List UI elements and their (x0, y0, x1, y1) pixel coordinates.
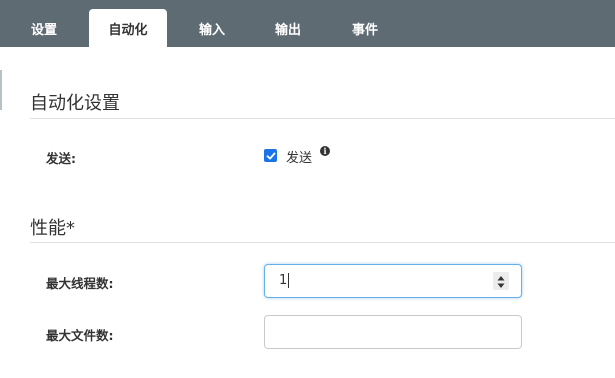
tab-automation[interactable]: 自动化 (89, 9, 167, 47)
section-title-automation: 自动化设置 (30, 93, 120, 114)
max-threads-label: 最大线程数: (46, 276, 114, 291)
max-threads-input[interactable]: 1 (264, 264, 522, 298)
tab-label: 输出 (274, 22, 301, 38)
divider (30, 242, 615, 243)
max-files-label: 最大文件数: (46, 328, 114, 343)
divider (30, 118, 615, 119)
tab-label: 设置 (30, 22, 57, 38)
tab-label: 输入 (198, 22, 225, 38)
tab-events[interactable]: 事件 (339, 9, 391, 47)
section-title-performance: 性能* (30, 218, 75, 239)
tab-label: 事件 (351, 22, 378, 38)
left-border-accent (0, 70, 2, 110)
send-checkbox-label[interactable]: 发送 (286, 147, 312, 166)
tab-bar: 设置 自动化 输入 输出 事件 (0, 0, 615, 47)
tab-input[interactable]: 输入 (186, 9, 238, 47)
checkmark-icon (266, 152, 275, 159)
tab-label: 自动化 (108, 22, 148, 38)
info-icon[interactable]: i (320, 146, 330, 156)
send-checkbox[interactable] (264, 149, 277, 162)
number-spinner[interactable] (493, 272, 509, 290)
text-caret (288, 273, 290, 288)
tab-settings[interactable]: 设置 (18, 9, 70, 47)
tab-output[interactable]: 输出 (262, 9, 314, 47)
send-label: 发送: (46, 151, 76, 166)
max-threads-value: 1 (279, 273, 288, 288)
spinner-arrows-icon (497, 276, 505, 288)
max-files-input[interactable] (264, 315, 522, 349)
